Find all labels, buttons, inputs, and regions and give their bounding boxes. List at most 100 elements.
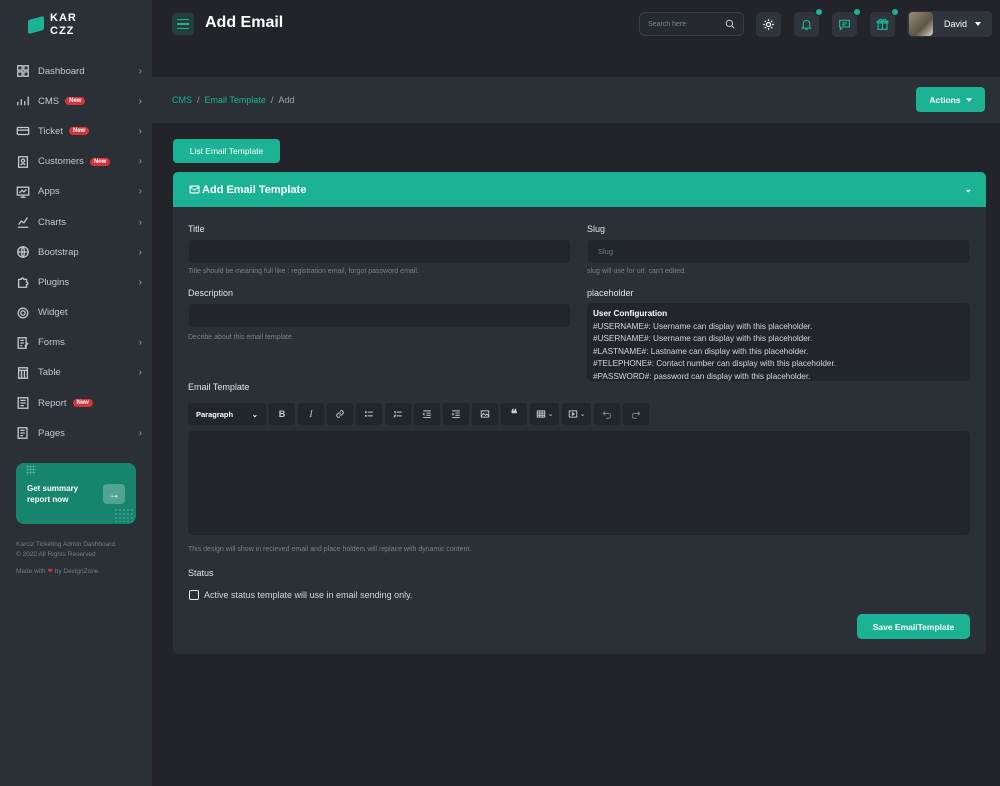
gifts-button[interactable] [870, 8, 899, 37]
search-icon[interactable] [725, 19, 735, 29]
breadcrumb-cms[interactable]: CMS [172, 95, 192, 105]
notification-dot [815, 8, 823, 16]
chevron-down-icon[interactable]: ⌄ [964, 184, 972, 195]
status-checkbox-label: Active status template will use in email… [204, 590, 413, 600]
title-input[interactable] [189, 240, 570, 263]
made-prefix: Made with [16, 568, 46, 575]
description-field[interactable] [188, 303, 571, 328]
placeholder-box[interactable]: User Configuration #USERNAME#: Username … [587, 303, 970, 381]
paragraph-select[interactable]: Paragraph ⌄ [188, 403, 266, 425]
email-template-editor[interactable] [188, 431, 970, 535]
link-button[interactable] [327, 403, 353, 425]
new-badge: New [68, 127, 90, 136]
redo-button[interactable] [623, 403, 649, 425]
messages-button[interactable] [832, 8, 861, 37]
sidebar-item-cms[interactable]: CMS New › [0, 86, 152, 116]
chevron-right-icon: › [138, 246, 142, 258]
sidebar-item-customers[interactable]: Customers New › [0, 147, 152, 177]
avatar[interactable] [909, 12, 933, 36]
chevron-right-icon: › [138, 125, 142, 137]
sidebar-item-pages[interactable]: Pages › [0, 418, 152, 448]
notification-dot [891, 8, 899, 16]
page-title: Add Email [205, 14, 284, 31]
logo[interactable]: KAR CZZ [28, 12, 77, 38]
dots-decoration [114, 508, 134, 522]
arrow-right-icon[interactable]: → [103, 484, 125, 504]
sidebar-item-label: Apps [38, 186, 60, 198]
hamburger-menu-icon[interactable] [172, 13, 194, 35]
sidebar-item-widget[interactable]: Widget [0, 298, 152, 328]
numbered-list-button[interactable] [385, 403, 411, 425]
chevron-right-icon: › [138, 156, 142, 168]
sidebar-item-apps[interactable]: Apps › [0, 177, 152, 207]
breadcrumb-email-template[interactable]: Email Template [205, 95, 266, 105]
add-email-template-card: Add Email Template ⌄ Title Title should … [173, 172, 986, 654]
slug-field[interactable] [587, 239, 970, 264]
sidebar-item-label: Bootstrap [38, 246, 79, 258]
breadcrumb-current: Add [278, 95, 295, 105]
undo-button[interactable] [594, 403, 620, 425]
bell-icon [801, 19, 812, 30]
bullet-list-button[interactable] [356, 403, 382, 425]
image-button[interactable] [472, 403, 498, 425]
chevron-right-icon: › [138, 216, 142, 228]
table-insert-button[interactable]: ⌄ [530, 403, 559, 425]
paragraph-select-value: Paragraph [196, 409, 234, 419]
title-field[interactable] [188, 239, 571, 264]
sidebar-item-ticket[interactable]: Ticket New › [0, 116, 152, 146]
user-name: David [944, 19, 968, 29]
chevron-right-icon: › [138, 427, 142, 439]
sidebar-item-label: Report [38, 397, 67, 409]
quote-button[interactable]: ❝ [501, 403, 527, 425]
redo-icon [631, 411, 641, 419]
save-email-template-button[interactable]: Save EmailTemplate [857, 614, 970, 639]
placeholder-label: placeholder [587, 288, 634, 298]
new-badge: New [89, 157, 111, 166]
sidebar-item-plugins[interactable]: Plugins › [0, 267, 152, 297]
user-menu[interactable]: David [907, 11, 992, 37]
sidebar-item-label: Customers [38, 156, 84, 168]
indent-button[interactable] [443, 403, 469, 425]
breadcrumb: CMS / Email Template / Add [172, 95, 294, 105]
envelope-icon [189, 185, 200, 194]
sidebar-item-dashboard[interactable]: Dashboard › [0, 56, 152, 86]
sidebar: KAR CZZ Dashboard › CMS New › Ticket New › Custo… [0, 0, 152, 786]
sidebar-item-table[interactable]: Table › [0, 358, 152, 388]
italic-button[interactable]: I [298, 403, 324, 425]
sidebar-item-label: CMS [38, 95, 60, 107]
apps-icon [16, 185, 30, 199]
card-header[interactable]: Add Email Template ⌄ [173, 172, 986, 207]
title-label: Title [188, 224, 205, 234]
slug-help: slug will use for url. can't edited. [587, 268, 686, 275]
summary-card[interactable]: Get summary report now → [16, 463, 136, 524]
footer-line: © 2022 All Rights Reserved [16, 551, 96, 558]
sidebar-item-label: Ticket [38, 125, 63, 137]
summary-text: Get summary report now [27, 484, 79, 504]
sidebar-item-label: Pages [38, 427, 65, 439]
undo-icon [602, 411, 612, 419]
media-insert-button[interactable]: ⌄ [562, 403, 591, 425]
chevron-right-icon: › [138, 367, 142, 379]
outdent-button[interactable] [414, 403, 440, 425]
logo-text: KAR CZZ [50, 12, 77, 37]
status-checkbox[interactable] [189, 590, 199, 600]
notifications-button[interactable] [794, 8, 823, 37]
actions-button[interactable]: Actions [916, 87, 985, 112]
search-input[interactable] [648, 20, 718, 28]
settings-button[interactable] [756, 12, 781, 37]
status-checkbox-row[interactable]: Active status template will use in email… [189, 590, 412, 600]
dots-decoration [26, 465, 36, 475]
puzzle-icon [16, 275, 30, 289]
sidebar-item-forms[interactable]: Forms › [0, 328, 152, 358]
bold-button[interactable]: B [269, 403, 295, 425]
list-email-template-button[interactable]: List Email Template [173, 139, 280, 163]
sidebar-item-charts[interactable]: Charts › [0, 207, 152, 237]
description-input[interactable] [189, 304, 570, 327]
search-box[interactable] [639, 12, 744, 36]
gear-icon [763, 19, 774, 30]
slug-input[interactable] [588, 240, 969, 263]
charts-icon [16, 215, 30, 229]
sidebar-item-bootstrap[interactable]: Bootstrap › [0, 237, 152, 267]
title-help: Title should be meaning full like : regi… [188, 268, 419, 275]
sidebar-item-report[interactable]: Report New [0, 388, 152, 418]
